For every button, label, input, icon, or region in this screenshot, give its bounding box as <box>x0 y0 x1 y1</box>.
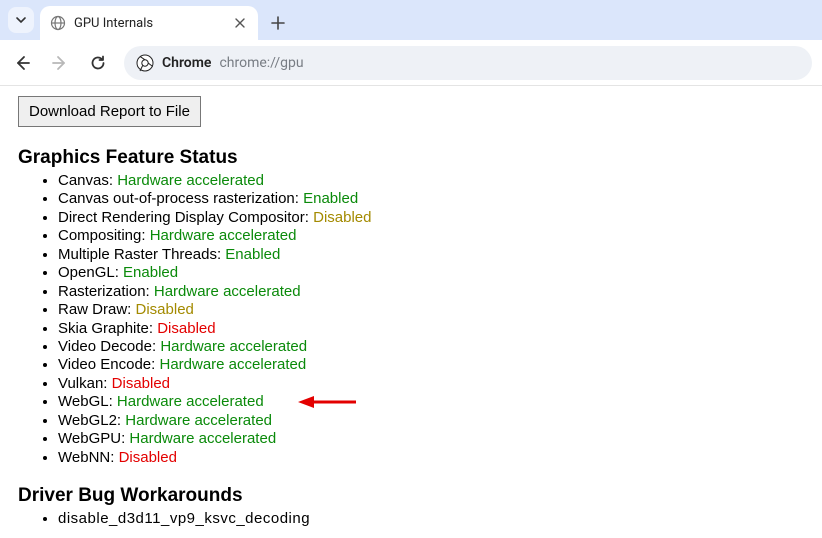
feature-name: WebNN: <box>58 449 119 466</box>
feature-status: Enabled <box>303 190 358 207</box>
feature-status: Enabled <box>225 246 280 263</box>
workaround-list: disable_d3d11_vp9_ksvc_decoding <box>18 510 804 528</box>
feature-item: Video Encode: Hardware accelerated <box>58 356 804 374</box>
feature-name: Canvas out-of-process rasterization: <box>58 190 303 207</box>
feature-status: Hardware accelerated <box>160 338 307 355</box>
new-tab-button[interactable] <box>264 9 292 37</box>
feature-name: WebGL: <box>58 393 117 410</box>
feature-name: Skia Graphite: <box>58 320 157 337</box>
feature-status: Enabled <box>123 264 178 281</box>
feature-name: WebGPU: <box>58 430 129 447</box>
feature-item: WebGL2: Hardware accelerated <box>58 412 804 430</box>
feature-item: Vulkan: Disabled <box>58 375 804 393</box>
highlight-arrow-icon <box>298 394 358 410</box>
feature-status: Disabled <box>112 375 170 392</box>
chrome-icon <box>136 54 154 72</box>
feature-name: WebGL2: <box>58 412 125 429</box>
feature-item: Raw Draw: Disabled <box>58 301 804 319</box>
feature-name: Canvas: <box>58 172 117 189</box>
feature-status: Hardware accelerated <box>117 393 264 410</box>
feature-name: Raw Draw: <box>58 301 136 318</box>
feature-status: Disabled <box>136 301 194 318</box>
tab-strip: GPU Internals <box>0 0 822 40</box>
page-content: Download Report to File Graphics Feature… <box>0 86 822 538</box>
close-icon[interactable] <box>232 15 248 31</box>
browser-tab[interactable]: GPU Internals <box>40 6 258 40</box>
feature-item: Skia Graphite: Disabled <box>58 320 804 338</box>
feature-name: Video Decode: <box>58 338 160 355</box>
tab-title: GPU Internals <box>74 16 224 31</box>
feature-item: Compositing: Hardware accelerated <box>58 227 804 245</box>
feature-status: Hardware accelerated <box>150 227 297 244</box>
feature-name: OpenGL: <box>58 264 123 281</box>
feature-item: Rasterization: Hardware accelerated <box>58 283 804 301</box>
toolbar: Chrome chrome://gpu <box>0 40 822 86</box>
scheme-label: Chrome <box>162 55 211 71</box>
feature-name: Multiple Raster Threads: <box>58 246 225 263</box>
feature-item: Video Decode: Hardware accelerated <box>58 338 804 356</box>
reload-button[interactable] <box>86 51 110 75</box>
driver-bug-workarounds-heading: Driver Bug Workarounds <box>18 485 804 507</box>
feature-name: Vulkan: <box>58 375 112 392</box>
feature-status: Hardware accelerated <box>154 283 301 300</box>
tab-search-button[interactable] <box>8 7 34 33</box>
feature-item: WebGPU: Hardware accelerated <box>58 430 804 448</box>
feature-status: Hardware accelerated <box>125 412 272 429</box>
feature-item: WebGL: Hardware accelerated <box>58 393 804 411</box>
download-report-button[interactable]: Download Report to File <box>18 96 201 127</box>
back-button[interactable] <box>10 51 34 75</box>
feature-name: Video Encode: <box>58 356 159 373</box>
feature-item: Canvas out-of-process rasterization: Ena… <box>58 190 804 208</box>
feature-status: Disabled <box>157 320 215 337</box>
feature-name: Direct Rendering Display Compositor: <box>58 209 313 226</box>
feature-item: Canvas: Hardware accelerated <box>58 172 804 190</box>
feature-name: Rasterization: <box>58 283 154 300</box>
feature-status: Disabled <box>313 209 371 226</box>
chevron-down-icon <box>15 14 27 26</box>
address-bar[interactable]: Chrome chrome://gpu <box>124 46 812 80</box>
workaround-item: disable_d3d11_vp9_ksvc_decoding <box>58 510 804 528</box>
feature-status: Hardware accelerated <box>159 356 306 373</box>
feature-status: Disabled <box>119 449 177 466</box>
feature-item: WebNN: Disabled <box>58 449 804 467</box>
feature-status: Hardware accelerated <box>117 172 264 189</box>
feature-item: Direct Rendering Display Compositor: Dis… <box>58 209 804 227</box>
feature-item: Multiple Raster Threads: Enabled <box>58 246 804 264</box>
feature-name: Compositing: <box>58 227 150 244</box>
url-text: chrome://gpu <box>219 55 303 71</box>
globe-icon <box>50 15 66 31</box>
feature-list: Canvas: Hardware acceleratedCanvas out-o… <box>18 172 804 467</box>
feature-item: OpenGL: Enabled <box>58 264 804 282</box>
feature-status: Hardware accelerated <box>129 430 276 447</box>
graphics-feature-status-heading: Graphics Feature Status <box>18 147 804 169</box>
forward-button[interactable] <box>48 51 72 75</box>
